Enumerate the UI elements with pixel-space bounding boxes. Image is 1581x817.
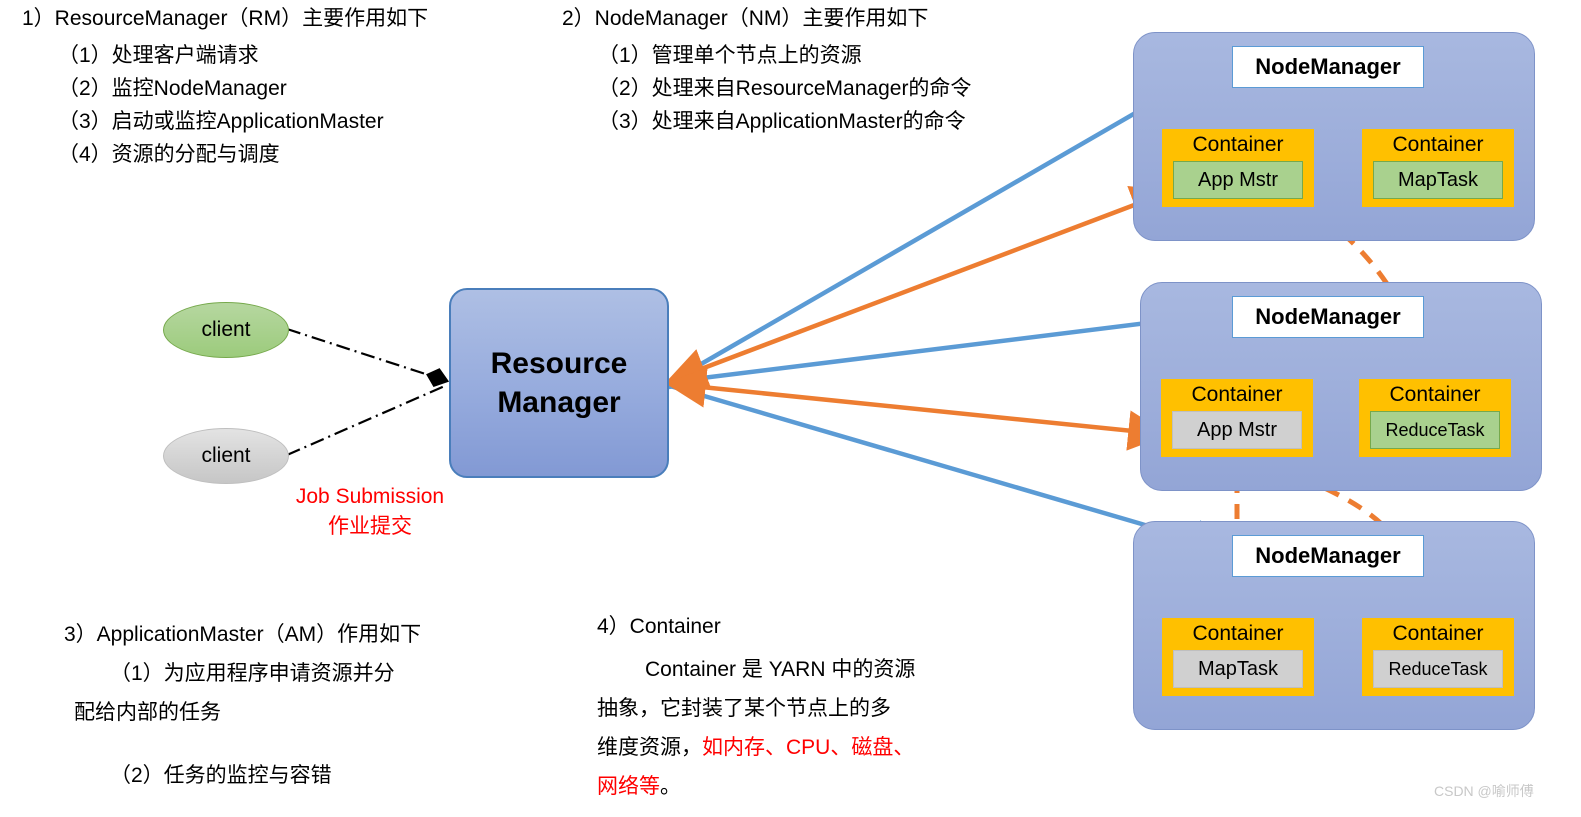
task-maptask-1[interactable]: MapTask — [1373, 161, 1503, 199]
task-app-mstr-1[interactable]: App Mstr — [1173, 161, 1303, 199]
container-description-line-4-black: 。 — [660, 775, 681, 798]
container-title-2-2: Container — [1389, 383, 1481, 406]
nodemanager-title-3[interactable]: NodeManager — [1232, 535, 1424, 577]
nm-description-item-3: （3）处理来自ApplicationMaster的命令 — [598, 110, 966, 133]
rm-description-item-2: （2）监控NodeManager — [58, 77, 287, 100]
container-box-1-1[interactable]: Container App Mstr — [1162, 129, 1314, 207]
container-title-2-1: Container — [1191, 383, 1283, 406]
container-description-line-1: Container 是 YARN 中的资源 — [645, 658, 916, 681]
job-submission-label-en: Job Submission — [295, 485, 445, 508]
resource-manager-title-line-1: Resource — [490, 347, 628, 380]
container-title-1-2: Container — [1392, 133, 1484, 156]
task-maptask-3[interactable]: MapTask — [1173, 650, 1303, 688]
csdn-watermark: CSDN @喻师傅 — [1434, 783, 1534, 799]
am-description-heading: 3）ApplicationMaster（AM）作用如下 — [64, 623, 422, 646]
task-reducetask-2[interactable]: ReduceTask — [1370, 411, 1500, 449]
container-description-line-3-red: 如内存、CPU、磁盘、 — [702, 736, 915, 759]
am-description-line-2: 配给内部的任务 — [74, 701, 221, 724]
nodemanager-cluster-2[interactable]: NodeManager Container App Mstr Container… — [1140, 282, 1542, 491]
container-box-3-2[interactable]: Container ReduceTask — [1362, 618, 1514, 696]
resource-manager-box[interactable]: Resource Manager — [449, 288, 669, 478]
am-description-line-3: （2）任务的监控与容错 — [110, 764, 332, 787]
diagram-canvas: 1）ResourceManager（RM）主要作用如下 （1）处理客户端请求 （… — [0, 0, 1581, 817]
container-description-block: 4）Container Container 是 YARN 中的资源 抽象，它封装… — [597, 612, 915, 806]
container-description-line-3: 维度资源，如内存、CPU、磁盘、 — [597, 728, 915, 767]
container-title-1-1: Container — [1192, 133, 1284, 156]
client-node-gray[interactable]: client — [163, 428, 289, 484]
container-box-2-1[interactable]: Container App Mstr — [1161, 379, 1313, 457]
job-submission-label: Job Submission 作业提交 — [292, 482, 448, 542]
nodemanager-title-2[interactable]: NodeManager — [1232, 296, 1424, 338]
client-node-green[interactable]: client — [163, 302, 289, 358]
nm-description-item-2: （2）处理来自ResourceManager的命令 — [598, 77, 972, 100]
edge-client-green-to-rm — [286, 327, 450, 388]
edge-client-gray-to-rm — [286, 383, 448, 457]
container-title-3-2: Container — [1392, 622, 1484, 645]
rm-description-item-1: （1）处理客户端请求 — [58, 44, 259, 67]
rm-description-item-3: （3）启动或监控ApplicationMaster — [58, 110, 384, 133]
nodemanager-title-1[interactable]: NodeManager — [1232, 46, 1424, 88]
nm-description-item-1: （1）管理单个节点上的资源 — [598, 44, 862, 67]
nodemanager-cluster-3[interactable]: NodeManager Container MapTask Container … — [1133, 521, 1535, 730]
container-description-line-3-black: 维度资源， — [597, 736, 702, 759]
rm-description-heading: 1）ResourceManager（RM）主要作用如下 — [22, 7, 429, 30]
container-description-line-4-red: 网络等 — [597, 775, 660, 798]
container-title-3-1: Container — [1192, 622, 1284, 645]
container-box-2-2[interactable]: Container ReduceTask — [1359, 379, 1511, 457]
nodemanager-cluster-1[interactable]: NodeManager Container App Mstr Container… — [1133, 32, 1535, 241]
task-app-mstr-2[interactable]: App Mstr — [1172, 411, 1302, 449]
container-description-line-4: 网络等。 — [597, 767, 915, 806]
am-description-line-1: （1）为应用程序申请资源并分 — [110, 662, 395, 685]
am-description-block: 3）ApplicationMaster（AM）作用如下 （1）为应用程序申请资源… — [64, 620, 421, 795]
container-box-1-2[interactable]: Container MapTask — [1362, 129, 1514, 207]
container-description-line-2: 抽象，它封装了某个节点上的多 — [597, 697, 891, 720]
job-submission-label-zh: 作业提交 — [328, 515, 412, 538]
container-box-3-1[interactable]: Container MapTask — [1162, 618, 1314, 696]
rm-description-block: 1）ResourceManager（RM）主要作用如下 （1）处理客户端请求 （… — [22, 4, 428, 171]
nm-description-block: 2）NodeManager（NM）主要作用如下 （1）管理单个节点上的资源 （2… — [562, 4, 971, 138]
nm-description-heading: 2）NodeManager（NM）主要作用如下 — [562, 7, 929, 30]
task-reducetask-3[interactable]: ReduceTask — [1373, 650, 1503, 688]
container-description-heading: 4）Container — [597, 615, 721, 638]
resource-manager-title-line-2: Manager — [497, 386, 621, 419]
rm-description-item-4: （4）资源的分配与调度 — [58, 143, 280, 166]
